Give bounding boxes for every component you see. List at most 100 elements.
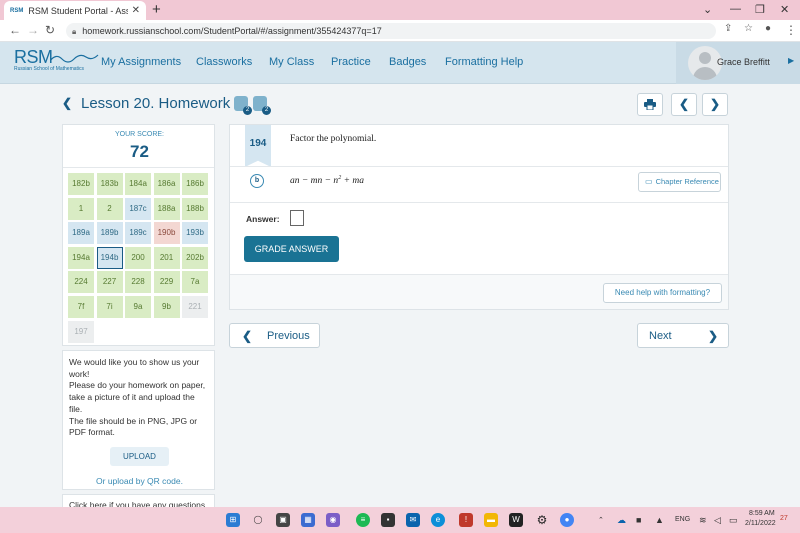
chevron-up-icon[interactable]: ⌃ <box>598 516 604 524</box>
problem-cell[interactable]: 200 <box>125 246 151 269</box>
problem-cell[interactable]: 194b <box>96 246 123 269</box>
url-field[interactable]: 🔒︎ homework.russianschool.com/StudentPort… <box>66 23 716 39</box>
next-lesson-button[interactable]: ❯ <box>702 93 728 116</box>
battery-icon[interactable]: ▭ <box>729 515 738 526</box>
settings-gear-icon[interactable]: ⚙ <box>535 513 549 527</box>
search-icon[interactable]: ◯ <box>251 513 265 527</box>
close-window-icon[interactable]: ✕ <box>780 3 789 16</box>
problem-cell[interactable]: 1 <box>68 197 94 220</box>
upload-button[interactable]: UPLOAD <box>110 447 169 466</box>
chrome-icon[interactable]: ● <box>560 513 574 527</box>
upload-instruction-line: The file should be in PNG, JPG or <box>69 415 198 426</box>
problem-cell[interactable]: 188a <box>153 197 180 220</box>
mail-icon[interactable]: ✉ <box>406 513 420 527</box>
user-profile[interactable]: Grace Breffitt ▶ <box>676 42 800 84</box>
taskbar: ⊞ ◯ ▣ ▦ ◉ ≡ ▪ ✉ e ! ▬ W ⚙ ● ⌃ ☁ ■ ▲ ENG … <box>0 507 800 533</box>
answer-input[interactable] <box>290 210 304 226</box>
clock-time[interactable]: 8:59 AM <box>749 510 775 517</box>
problem-cell[interactable]: 186b <box>182 173 208 195</box>
forward-icon[interactable]: → <box>27 23 39 37</box>
widgets-icon[interactable]: ▦ <box>301 513 315 527</box>
browser-tab[interactable]: RSM RSM Student Portal - Assignment ✕ <box>4 1 146 20</box>
divider <box>230 202 728 203</box>
problem-cell[interactable]: 227 <box>96 271 123 294</box>
menu-my-class[interactable]: My Class <box>269 56 314 68</box>
volume-icon[interactable]: ◁ <box>714 515 721 526</box>
problem-cell[interactable]: 229 <box>153 271 180 294</box>
previous-button[interactable]: ❮ Previous <box>229 323 320 348</box>
problem-cell[interactable]: 189a <box>68 222 94 245</box>
problem-cell[interactable]: 188b <box>182 197 208 220</box>
score-value: 72 <box>130 142 149 161</box>
next-button[interactable]: Next ❯ <box>637 323 729 348</box>
help-panel[interactable]: Click here if you have any questions <box>62 494 215 508</box>
office-icon[interactable]: W <box>509 513 523 527</box>
problem-cell[interactable]: 190b <box>153 222 180 245</box>
problem-cell[interactable]: 193b <box>182 222 208 245</box>
app-icon[interactable]: ▪ <box>381 513 395 527</box>
problem-cell[interactable]: 7a <box>182 271 208 294</box>
lesson-badges[interactable]: 2 2 <box>234 95 272 115</box>
problem-cell[interactable]: 2 <box>96 197 123 220</box>
problem-cell[interactable]: 228 <box>125 271 151 294</box>
print-button[interactable] <box>637 93 663 116</box>
problem-cell[interactable]: 201 <box>153 246 180 269</box>
share-icon[interactable]: ⇪ <box>724 23 732 34</box>
menu-classworks[interactable]: Classworks <box>196 56 252 68</box>
problem-cell[interactable]: 224 <box>68 271 94 294</box>
menu-my-assignments[interactable]: My Assignments <box>101 56 181 68</box>
menu-practice[interactable]: Practice <box>331 56 371 68</box>
chapter-reference-button[interactable]: ▭ Chapter Reference <box>638 172 721 192</box>
clock-date[interactable]: 2/11/2022 <box>745 520 776 527</box>
problem-cell[interactable]: 189c <box>125 222 151 245</box>
problem-cell[interactable]: 194a <box>68 246 94 269</box>
back-icon[interactable]: ← <box>9 23 21 37</box>
menu-badges[interactable]: Badges <box>389 56 426 68</box>
edge-icon[interactable]: e <box>431 513 445 527</box>
app-tray-icon[interactable]: ■ <box>636 515 641 525</box>
onedrive-icon[interactable]: ☁ <box>617 515 626 526</box>
close-tab-icon[interactable]: ✕ <box>132 5 140 16</box>
more-menu-icon[interactable]: ⋮ <box>785 23 797 37</box>
problem-cell[interactable]: 9a <box>125 296 151 318</box>
wifi-icon[interactable]: ≋ <box>699 515 707 526</box>
spotify-icon[interactable]: ≡ <box>356 513 370 527</box>
file-explorer-icon[interactable]: ▬ <box>484 513 498 527</box>
rsm-logo[interactable]: RSM Russian School of Mathematics <box>14 47 99 72</box>
prev-lesson-button[interactable]: ❮ <box>671 93 697 116</box>
bookmark-star-icon[interactable]: ☆ <box>744 23 753 34</box>
task-view-icon[interactable]: ▣ <box>276 513 290 527</box>
problem-cell[interactable]: 7f <box>68 296 94 318</box>
lesson-back-icon[interactable]: ❮ <box>62 96 72 110</box>
problem-cell[interactable]: 197 <box>68 320 94 343</box>
problem-cell[interactable]: 186a <box>153 173 180 195</box>
logo-wave-icon <box>50 54 99 63</box>
problem-cell[interactable]: 202b <box>182 246 208 269</box>
grade-answer-button[interactable]: GRADE ANSWER <box>244 236 339 262</box>
qr-upload-link[interactable]: Or upload by QR code. <box>63 476 216 486</box>
problem-cell[interactable]: 184a <box>125 173 151 195</box>
reload-icon[interactable]: ↻ <box>45 23 55 37</box>
language-indicator[interactable]: ENG <box>675 516 690 523</box>
windows-start-icon[interactable]: ⊞ <box>226 513 240 527</box>
problem-cell[interactable]: 183b <box>96 173 123 195</box>
problem-cell[interactable]: 189b <box>96 222 123 245</box>
notification-count[interactable]: 27 <box>780 515 788 522</box>
new-tab-icon[interactable]: + <box>152 2 161 17</box>
upload-instruction-line: file. <box>69 403 83 414</box>
profile-icon[interactable]: ● <box>765 23 771 34</box>
network-tray-icon[interactable]: ▲ <box>655 515 664 525</box>
tab-search-icon[interactable]: ⌄ <box>703 3 712 16</box>
formatting-help-button[interactable]: Need help with formatting? <box>603 283 722 303</box>
app-icon[interactable]: ! <box>459 513 473 527</box>
teams-icon[interactable]: ◉ <box>326 513 340 527</box>
chapter-reference-label: Chapter Reference <box>655 177 719 186</box>
problem-cell[interactable]: 221 <box>182 296 208 318</box>
menu-formatting-help[interactable]: Formatting Help <box>445 56 523 68</box>
minimize-icon[interactable]: — <box>730 3 741 15</box>
problem-cell[interactable]: 187c <box>125 197 151 220</box>
problem-cell[interactable]: 182b <box>68 173 94 195</box>
problem-cell[interactable]: 9b <box>153 296 180 318</box>
restore-icon[interactable]: ❐ <box>755 3 765 16</box>
problem-cell[interactable]: 7i <box>96 296 123 318</box>
